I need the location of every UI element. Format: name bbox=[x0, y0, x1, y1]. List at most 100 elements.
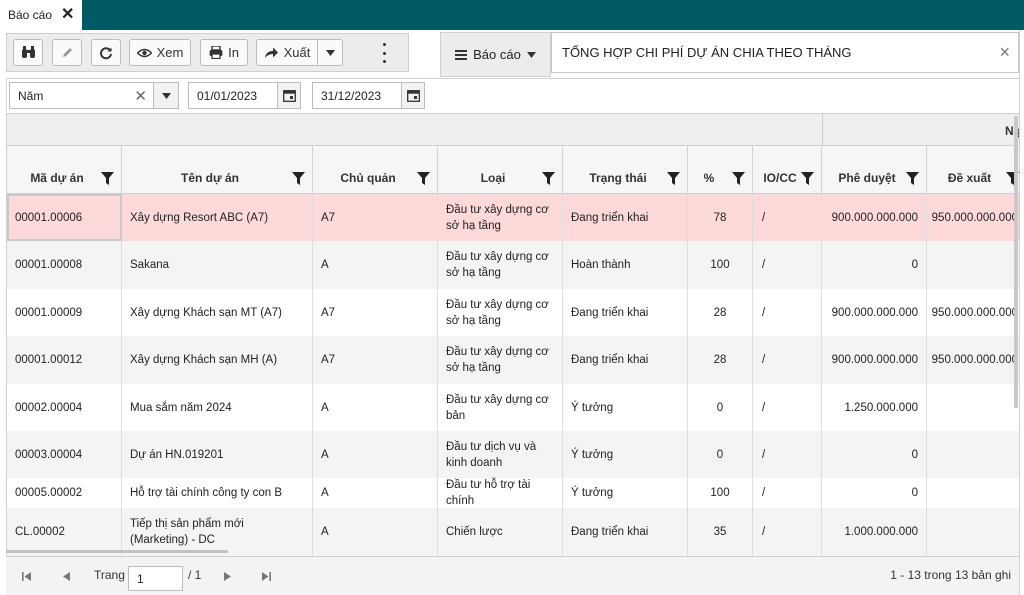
cell-status[interactable]: Ý tưởng bbox=[563, 384, 688, 431]
cell-name[interactable]: Mua sắm năm 2024 bbox=[122, 384, 313, 431]
filter-icon[interactable] bbox=[417, 172, 430, 185]
header-col-type[interactable]: Loại bbox=[438, 146, 563, 194]
table-row[interactable]: 00001.00012 Xây dựng Khách sạn MH (A) A7 Đầ… bbox=[7, 336, 1019, 384]
cell-type[interactable]: Đầu tư xây dựng cơ sở hạ tầng bbox=[438, 336, 563, 384]
cell-type[interactable]: Đầu tư xây dựng cơ bản bbox=[438, 384, 563, 431]
cell-status[interactable]: Đang triển khai bbox=[563, 194, 688, 241]
cell-type[interactable]: Đầu tư hỗ trợ tài chính bbox=[438, 478, 563, 508]
table-row[interactable]: 00002.00004 Mua sắm năm 2024 A Đầu tư xây d… bbox=[7, 384, 1019, 431]
cell-proposed[interactable]: 950.000.000.000 bbox=[927, 336, 1019, 384]
cell-code[interactable]: 00001.00008 bbox=[7, 241, 122, 289]
cell-pct[interactable]: 35 bbox=[688, 508, 753, 556]
cell-owner[interactable]: A7 bbox=[313, 289, 438, 336]
table-row[interactable]: CL.00002 Tiếp thị sản phẩm mới (Marketing… bbox=[7, 508, 1019, 556]
cell-approved[interactable]: 0 bbox=[822, 478, 927, 508]
header-col-proposed[interactable]: Đề xuất bbox=[927, 146, 1019, 194]
filter-icon[interactable] bbox=[542, 172, 555, 185]
table-row[interactable]: 00005.00002 Hỗ trợ tài chính công ty con … bbox=[7, 478, 1019, 508]
cell-io[interactable]: / bbox=[753, 336, 822, 384]
close-icon[interactable]: ✕ bbox=[61, 7, 74, 23]
cell-type[interactable]: Đầu tư xây dựng cơ sở hạ tầng bbox=[438, 289, 563, 336]
cell-proposed[interactable] bbox=[927, 431, 1019, 478]
cell-pct[interactable]: 100 bbox=[688, 478, 753, 508]
cell-pct[interactable]: 28 bbox=[688, 336, 753, 384]
cell-proposed[interactable]: 950.000.000.000 bbox=[927, 194, 1019, 241]
cell-status[interactable]: Ý tưởng bbox=[563, 431, 688, 478]
cell-owner[interactable]: A7 bbox=[313, 194, 438, 241]
table-row[interactable]: 00001.00006 Xây dựng Resort ABC (A7) A7 Đầu… bbox=[7, 194, 1019, 241]
cell-code[interactable]: 00005.00002 bbox=[7, 478, 122, 508]
cell-owner[interactable]: A bbox=[313, 431, 438, 478]
cell-owner[interactable]: A bbox=[313, 241, 438, 289]
cell-owner[interactable]: A7 bbox=[313, 336, 438, 384]
header-col-owner[interactable]: Chủ quản bbox=[313, 146, 438, 194]
cell-approved[interactable]: 900.000.000.000 bbox=[822, 194, 927, 241]
cell-proposed[interactable]: 950.000.000.000 bbox=[927, 289, 1019, 336]
cell-type[interactable]: Chiến lược bbox=[438, 508, 563, 556]
cell-io[interactable]: / bbox=[753, 194, 822, 241]
cell-status[interactable]: Đang triển khai bbox=[563, 289, 688, 336]
cell-code[interactable]: 00002.00004 bbox=[7, 384, 122, 431]
cell-proposed[interactable] bbox=[927, 241, 1019, 289]
from-date-input[interactable]: 01/01/2023 bbox=[188, 82, 278, 109]
filter-icon[interactable] bbox=[101, 172, 114, 185]
cell-type[interactable]: Đầu tư xây dựng cơ sở hạ tầng bbox=[438, 194, 563, 241]
cell-pct[interactable]: 100 bbox=[688, 241, 753, 289]
cell-type[interactable]: Đầu tư dịch vụ và kinh doanh bbox=[438, 431, 563, 478]
print-button[interactable]: In bbox=[200, 39, 248, 66]
cell-code[interactable]: 00001.00009 bbox=[7, 289, 122, 336]
cell-name[interactable]: Xây dựng Khách sạn MT (A7) bbox=[122, 289, 313, 336]
last-page-icon[interactable] bbox=[262, 572, 271, 581]
cell-io[interactable]: / bbox=[753, 508, 822, 556]
export-button[interactable]: Xuất bbox=[256, 39, 318, 66]
cell-pct[interactable]: 0 bbox=[688, 431, 753, 478]
header-col-approved[interactable]: Phê duyệt bbox=[822, 146, 927, 194]
cell-owner[interactable]: A bbox=[313, 478, 438, 508]
header-col-percent[interactable]: % bbox=[688, 146, 753, 194]
cell-pct[interactable]: 28 bbox=[688, 289, 753, 336]
filter-icon[interactable] bbox=[667, 172, 680, 185]
filter-icon[interactable] bbox=[292, 172, 305, 185]
cell-status[interactable]: Ý tưởng bbox=[563, 478, 688, 508]
cell-name[interactable]: Dự án HN.019201 bbox=[122, 431, 313, 478]
cell-code[interactable]: CL.00002 bbox=[7, 508, 122, 556]
cell-status[interactable]: Hoàn thành bbox=[563, 241, 688, 289]
report-menu-button[interactable]: Báo cáo bbox=[440, 32, 551, 77]
first-page-icon[interactable] bbox=[22, 572, 31, 581]
view-button[interactable]: Xem bbox=[129, 39, 191, 66]
cell-proposed[interactable] bbox=[927, 508, 1019, 556]
cell-approved[interactable]: 1.000.000.000 bbox=[822, 508, 927, 556]
cell-code[interactable]: 00001.00012 bbox=[7, 336, 122, 384]
period-dropdown-button[interactable] bbox=[153, 82, 179, 109]
cell-name[interactable]: Hỗ trợ tài chính công ty con B bbox=[122, 478, 313, 508]
cell-name[interactable]: Xây dựng Resort ABC (A7) bbox=[122, 194, 313, 241]
cell-owner[interactable]: A bbox=[313, 384, 438, 431]
cell-approved[interactable]: 900.000.000.000 bbox=[822, 336, 927, 384]
more-options-icon[interactable] bbox=[379, 43, 389, 63]
edit-button[interactable] bbox=[52, 39, 82, 66]
clear-icon[interactable]: × bbox=[999, 42, 1010, 63]
cell-approved[interactable]: 0 bbox=[822, 241, 927, 289]
cell-proposed[interactable] bbox=[927, 478, 1019, 508]
cell-code[interactable]: 00003.00004 bbox=[7, 431, 122, 478]
vertical-scrollbar[interactable] bbox=[1014, 116, 1018, 408]
search-button[interactable] bbox=[13, 39, 43, 66]
to-date-input[interactable]: 31/12/2023 bbox=[312, 82, 402, 109]
export-dropdown-button[interactable] bbox=[317, 39, 343, 66]
table-row[interactable]: 00001.00008 Sakana A Đầu tư xây dựng cơ sở … bbox=[7, 241, 1019, 289]
cell-pct[interactable]: 78 bbox=[688, 194, 753, 241]
cell-proposed[interactable] bbox=[927, 384, 1019, 431]
cell-code[interactable]: 00001.00006 bbox=[7, 194, 122, 241]
tab-bao-cao[interactable]: Báo cáo ✕ bbox=[0, 0, 82, 30]
cell-name[interactable]: Tiếp thị sản phẩm mới (Marketing) - DC bbox=[122, 508, 313, 556]
to-date-picker[interactable] bbox=[401, 82, 425, 109]
cell-io[interactable]: / bbox=[753, 431, 822, 478]
header-col-name[interactable]: Tên dự án bbox=[122, 146, 313, 194]
page-input[interactable]: 1 bbox=[128, 566, 183, 591]
filter-icon[interactable] bbox=[732, 172, 745, 185]
cell-pct[interactable]: 0 bbox=[688, 384, 753, 431]
cell-approved[interactable]: 0 bbox=[822, 431, 927, 478]
cell-io[interactable]: / bbox=[753, 478, 822, 508]
header-col-io-cc[interactable]: IO/CC bbox=[753, 146, 822, 194]
header-col-code[interactable]: Mã dự án bbox=[7, 146, 122, 194]
